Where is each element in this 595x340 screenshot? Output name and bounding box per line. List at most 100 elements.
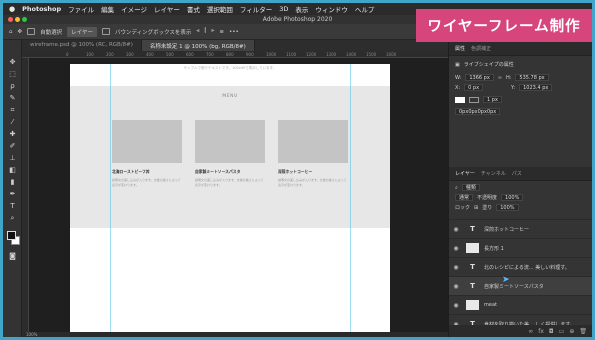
layer-row[interactable]: ◉ 長方形 1	[449, 238, 593, 257]
link-layers-icon[interactable]: ∞	[528, 328, 533, 335]
menu-item-filter[interactable]: フィルター	[240, 4, 272, 14]
menu-item-3d[interactable]: 3D	[279, 5, 288, 13]
ruler-tick: 1300	[326, 52, 337, 57]
apple-icon[interactable]: ●	[9, 5, 15, 13]
opacity-label: 不透明度	[477, 195, 498, 201]
tab-wireframe[interactable]: wireframe.psd @ 100% (RC, RGB/8#)	[22, 40, 142, 51]
lock-icon[interactable]: ⊞	[474, 205, 478, 211]
eye-icon[interactable]: ◉	[449, 226, 463, 233]
menu-card[interactable]: 深煎ホットコーヒー 説明文の差し込みが入ります。文章の長さによって表示が変わりま…	[278, 120, 348, 187]
link-icon[interactable]: ∞	[498, 75, 502, 81]
blend-mode-dropdown[interactable]: 通常	[455, 194, 474, 201]
menu-app-name[interactable]: Photoshop	[22, 5, 61, 13]
ruler-tick: 100	[86, 52, 94, 57]
fill-label: 塗り	[482, 205, 493, 211]
menu-item-type[interactable]: 書式	[187, 4, 200, 14]
menu-item-image[interactable]: イメージ	[121, 4, 147, 14]
eye-icon[interactable]: ◉	[449, 302, 463, 309]
layer-row[interactable]: ◉ T 自家製ミートソースパスタ	[449, 276, 593, 295]
canvas-area[interactable]: 0 100 200 300 400 500 600 700 800 900 10…	[22, 51, 448, 337]
corner-radius-field[interactable]: 0px0px0px0px	[455, 108, 501, 115]
healing-tool-icon[interactable]: ✚	[7, 130, 18, 139]
width-field[interactable]: 1366 px	[465, 74, 494, 81]
eye-icon[interactable]: ◉	[449, 245, 463, 252]
more-options-icon[interactable]: •••	[229, 29, 239, 35]
mask-icon[interactable]: ◘	[549, 328, 554, 335]
search-icon: ⌕	[455, 184, 458, 191]
eraser-tool-icon[interactable]: ◧	[7, 166, 18, 175]
foreground-color-swatch[interactable]	[7, 231, 16, 240]
marquee-tool-icon[interactable]: ⬚	[7, 70, 18, 79]
menu-item-select[interactable]: 選択範囲	[207, 4, 233, 14]
move-tool-icon[interactable]: ✥	[7, 58, 18, 67]
stroke-width-field[interactable]: 1 px	[483, 96, 502, 103]
ruler-tick: 1600	[386, 52, 397, 57]
layer-row[interactable]: ◉ T 北のレシピによる流... 美しい料理す。	[449, 257, 593, 276]
guide-line[interactable]	[350, 64, 351, 337]
align-left-icon[interactable]: ⫷	[196, 28, 199, 35]
card-description: 説明文の差し込みが入ります。文章の長さによって表示が変わります。	[195, 178, 264, 187]
card-description: 説明文の差し込みが入ります。文章の長さによって表示が変わります。	[112, 178, 181, 187]
align-right-icon[interactable]: ⫸	[211, 28, 214, 35]
fill-swatch[interactable]	[455, 96, 465, 103]
menu-item-file[interactable]: ファイル	[68, 4, 94, 14]
menu-item-help[interactable]: ヘルプ	[355, 4, 375, 14]
align-center-icon[interactable]: ⫿	[205, 28, 207, 35]
fx-icon[interactable]: fx	[538, 328, 544, 335]
menu-item-layer[interactable]: レイヤー	[154, 4, 180, 14]
tab-properties[interactable]: 属性	[455, 45, 465, 52]
quick-mask-icon[interactable]: ◙	[7, 252, 18, 261]
card-title: 自家製ミートソースパスタ	[195, 169, 241, 174]
eyedropper-tool-icon[interactable]: ⁄	[7, 118, 18, 127]
y-field[interactable]: 1023.4 px	[519, 84, 553, 91]
layer-row[interactable]: ◉ meat	[449, 295, 593, 314]
ruler-tick: 900	[246, 52, 254, 57]
layer-row[interactable]: ◉ T 深煎ホットコーヒー	[449, 219, 593, 238]
layer-name: 北のレシピによる流... 美しい料理す。	[484, 264, 570, 271]
kind-filter-dropdown[interactable]: 種類	[461, 184, 480, 191]
text-layer-icon: T	[470, 282, 475, 290]
new-group-icon[interactable]: ▭	[559, 328, 565, 335]
ruler-tick: 1200	[306, 52, 317, 57]
layer-name: 自家製ミートソースパスタ	[484, 283, 544, 290]
menu-card[interactable]: 北海ローストビーフ丼 説明文の差し込みが入ります。文章の長さによって表示が変わり…	[112, 120, 182, 187]
menu-item-view[interactable]: 表示	[295, 4, 308, 14]
eye-icon[interactable]: ◉	[449, 264, 463, 271]
type-tool-icon[interactable]: T	[7, 202, 18, 211]
gradient-tool-icon[interactable]: ▮	[7, 178, 18, 187]
menu-item-window[interactable]: ウィンドウ	[315, 4, 348, 14]
zoom-level[interactable]: 100%	[26, 332, 37, 337]
guide-line[interactable]	[110, 64, 111, 337]
ruler-tick: 500	[166, 52, 174, 57]
bbox-checkbox[interactable]	[101, 28, 110, 35]
trash-icon[interactable]: 🗑	[579, 328, 587, 335]
x-field[interactable]: 0 px	[464, 84, 484, 91]
artboard[interactable]: サンプルで使うテキストです。100x90で表示しています。 MENU 北海ロース…	[70, 64, 390, 337]
zoom-tool-icon[interactable]: ⌕	[7, 214, 18, 223]
opacity-field[interactable]: 100%	[501, 194, 524, 201]
lasso-tool-icon[interactable]: ρ	[7, 82, 18, 91]
stroke-swatch[interactable]	[469, 96, 479, 103]
home-icon[interactable]: ⌂	[9, 29, 13, 35]
tab-layers[interactable]: レイヤー	[455, 170, 475, 177]
menu-card[interactable]: 自家製ミートソースパスタ 説明文の差し込みが入ります。文章の長さによって表示が変…	[195, 120, 265, 187]
eye-icon[interactable]: ◉	[449, 283, 463, 290]
brush-tool-icon[interactable]: ✐	[7, 142, 18, 151]
distribute-icon[interactable]: ≡	[219, 29, 224, 35]
height-field[interactable]: 535.78 px	[515, 74, 549, 81]
quick-select-tool-icon[interactable]: ✎	[7, 94, 18, 103]
tab-untitled[interactable]: 名称未設定 1 @ 100% (bg, RGB/8#)	[141, 40, 255, 51]
auto-select-checkbox[interactable]	[27, 28, 36, 35]
fill-field[interactable]: 100%	[496, 204, 519, 211]
ruler-tick: 600	[186, 52, 194, 57]
menu-item-edit[interactable]: 編集	[101, 4, 114, 14]
tab-channels[interactable]: チャンネル	[481, 170, 506, 177]
crop-tool-icon[interactable]: ⌗	[7, 106, 18, 115]
pen-tool-icon[interactable]: ✒	[7, 190, 18, 199]
tab-adjustments[interactable]: 色調補正	[471, 45, 491, 52]
tab-paths[interactable]: パス	[512, 170, 522, 177]
new-layer-icon[interactable]: ⊕	[569, 328, 574, 335]
layer-select-dropdown[interactable]: レイヤー	[67, 26, 97, 37]
move-tool-icon[interactable]: ✥	[18, 29, 23, 35]
stamp-tool-icon[interactable]: ⊥	[7, 154, 18, 163]
